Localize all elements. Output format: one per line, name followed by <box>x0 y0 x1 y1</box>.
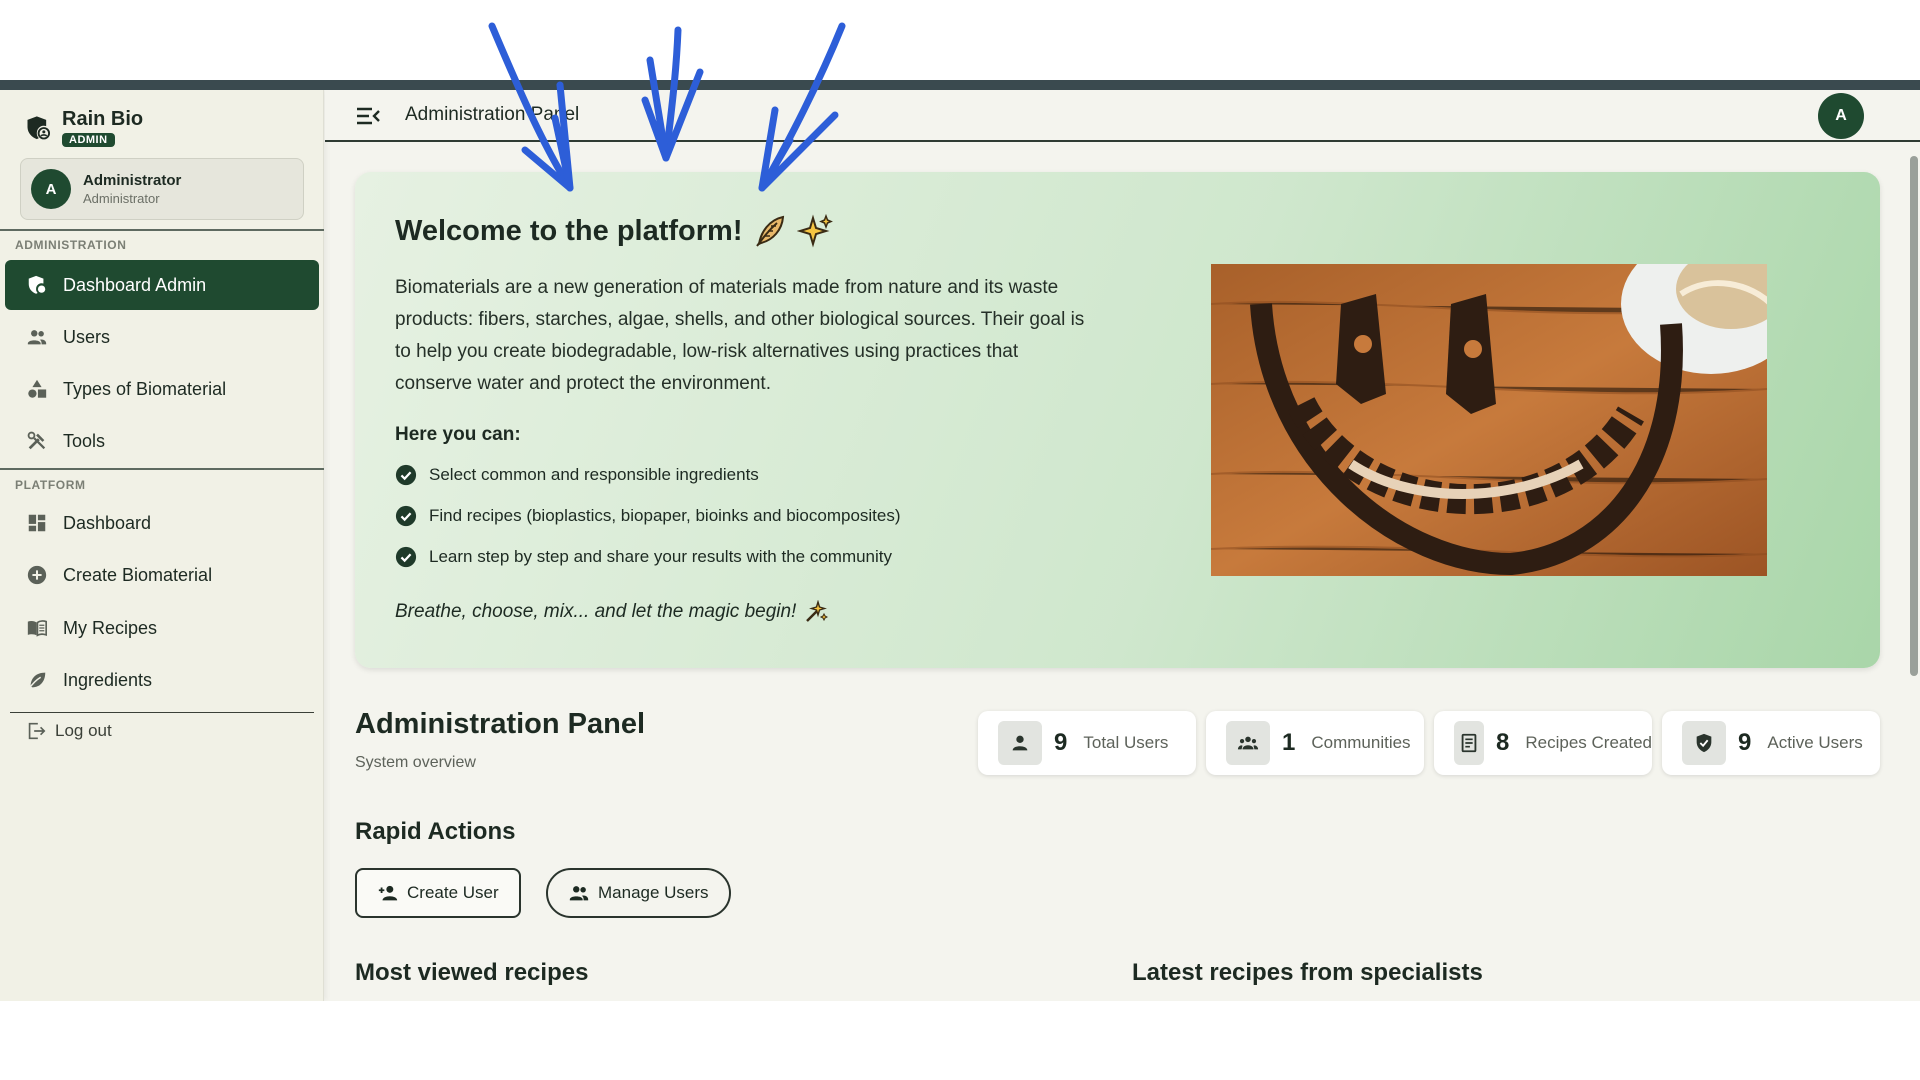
logout-label: Log out <box>55 721 112 740</box>
manage-users-button[interactable]: Manage Users <box>546 868 731 918</box>
users-icon <box>569 886 589 901</box>
admin-badge: ADMIN <box>62 133 115 147</box>
create-user-button[interactable]: Create User <box>355 868 521 918</box>
list-item-text: Select common and responsible ingredient… <box>429 464 759 484</box>
sidebar-item-label: Users <box>63 326 111 347</box>
stat-label: Recipes Created <box>1525 733 1652 752</box>
hero-quote: Breathe, choose, mix... and let the magi… <box>395 600 829 624</box>
stat-value: 9 <box>1738 729 1752 756</box>
sidebar-item-label: Dashboard <box>63 512 152 533</box>
brand-name: Rain Bio <box>62 108 144 130</box>
sparkles-icon <box>796 214 833 248</box>
person-icon <box>998 721 1042 765</box>
section-label-platform: PLATFORM <box>15 478 86 492</box>
stat-card-total-users: 9 Total Users <box>978 711 1196 775</box>
user-role: Administrator <box>83 191 160 206</box>
sidebar: Rain Bio ADMIN A Administrator Administr… <box>0 90 324 1001</box>
shield-person-icon <box>27 116 51 140</box>
stat-label: Total Users <box>1083 733 1169 752</box>
welcome-hero: Welcome to the platform! Biomaterials ar… <box>355 172 1880 668</box>
sidebar-item-label: Types of Biomaterial <box>63 378 227 399</box>
brand[interactable]: Rain Bio ADMIN <box>24 108 143 148</box>
users-icon <box>25 325 49 349</box>
sidebar-item-tools[interactable]: Tools <box>5 416 319 466</box>
receipt-icon <box>1454 721 1485 765</box>
sidebar-item-my-recipes[interactable]: My Recipes <box>5 603 319 653</box>
check-circle-icon <box>395 546 417 567</box>
verified-shield-icon <box>1682 721 1726 765</box>
section-label-administration: ADMINISTRATION <box>15 238 127 252</box>
hero-subtitle: Here you can: <box>395 424 521 445</box>
user-card[interactable]: A Administrator Administrator <box>20 158 304 220</box>
top-header: Administration Panel A <box>325 90 1920 142</box>
most-viewed-title: Most viewed recipes <box>355 959 589 986</box>
dashboard-icon <box>25 511 49 535</box>
manage-users-label: Manage Users <box>598 883 709 902</box>
divider <box>10 712 314 713</box>
header-title: Administration Panel <box>405 104 580 125</box>
scrollbar[interactable] <box>1910 156 1918 676</box>
list-item: Learn step by step and share your result… <box>395 536 901 577</box>
stat-card-communities: 1 Communities <box>1206 711 1424 775</box>
panel-subtitle: System overview <box>355 754 476 771</box>
sidebar-item-label: My Recipes <box>63 617 158 638</box>
book-icon <box>25 616 49 640</box>
panel-title: Administration Panel <box>355 708 646 740</box>
stat-card-recipes-created: 8 Recipes Created <box>1434 711 1652 775</box>
feature-list: Select common and responsible ingredient… <box>395 454 901 577</box>
add-circle-icon <box>25 563 49 587</box>
hero-title: Welcome to the platform! <box>395 214 833 248</box>
hero-description: Biomaterials are a new generation of mat… <box>395 277 1085 394</box>
menu-collapse-icon[interactable] <box>355 103 381 129</box>
check-circle-icon <box>395 505 417 526</box>
divider <box>0 229 324 231</box>
magic-wand-icon <box>806 600 829 622</box>
list-item: Select common and responsible ingredient… <box>395 454 901 495</box>
hero-title-text: Welcome to the platform! <box>395 214 743 247</box>
shapes-icon <box>25 377 49 401</box>
list-item-text: Learn step by step and share your result… <box>429 546 893 566</box>
sidebar-item-dashboard[interactable]: Dashboard <box>5 498 319 548</box>
rapid-actions-title: Rapid Actions <box>355 818 516 845</box>
stat-value: 1 <box>1282 729 1296 756</box>
stat-card-active-users: 9 Active Users <box>1662 711 1880 775</box>
avatar: A <box>31 169 71 209</box>
add-person-icon <box>378 885 398 901</box>
stat-label: Communities <box>1311 733 1411 752</box>
shield-person-icon <box>25 273 49 297</box>
list-item-text: Find recipes (bioplastics, biopaper, bio… <box>429 505 901 525</box>
create-user-label: Create User <box>407 883 499 902</box>
logout-icon <box>28 722 46 740</box>
stat-label: Active Users <box>1767 733 1863 752</box>
divider <box>0 468 324 470</box>
sidebar-item-dashboard-admin[interactable]: Dashboard Admin <box>5 260 319 310</box>
sidebar-item-create-biomaterial[interactable]: Create Biomaterial <box>5 550 319 600</box>
stat-value: 9 <box>1054 729 1068 756</box>
sidebar-item-users[interactable]: Users <box>5 312 319 362</box>
sidebar-item-label: Tools <box>63 430 106 451</box>
group-icon <box>1226 721 1270 765</box>
header-avatar[interactable]: A <box>1818 93 1864 139</box>
sidebar-item-ingredients[interactable]: Ingredients <box>5 655 319 705</box>
logout-link[interactable]: Log out <box>25 720 112 742</box>
leaf-icon <box>25 668 49 692</box>
hero-quote-text: Breathe, choose, mix... and let the magi… <box>395 601 797 622</box>
latest-recipes-title: Latest recipes from specialists <box>1132 959 1483 986</box>
tools-icon <box>25 429 49 453</box>
window-top-strip <box>0 80 1920 90</box>
list-item: Find recipes (bioplastics, biopaper, bio… <box>395 495 901 536</box>
app-window: Rain Bio ADMIN A Administrator Administr… <box>0 90 1920 1001</box>
check-circle-icon <box>395 464 417 485</box>
sidebar-item-label: Ingredients <box>63 669 153 690</box>
sidebar-item-label: Dashboard Admin <box>63 274 207 295</box>
sidebar-item-types-of-biomaterial[interactable]: Types of Biomaterial <box>5 364 319 414</box>
leaf-emoji-icon <box>755 215 784 247</box>
sidebar-item-label: Create Biomaterial <box>63 564 213 585</box>
stat-value: 8 <box>1496 729 1510 756</box>
user-name: Administrator <box>83 172 182 189</box>
biomaterial-jewelry-image <box>1211 264 1767 576</box>
